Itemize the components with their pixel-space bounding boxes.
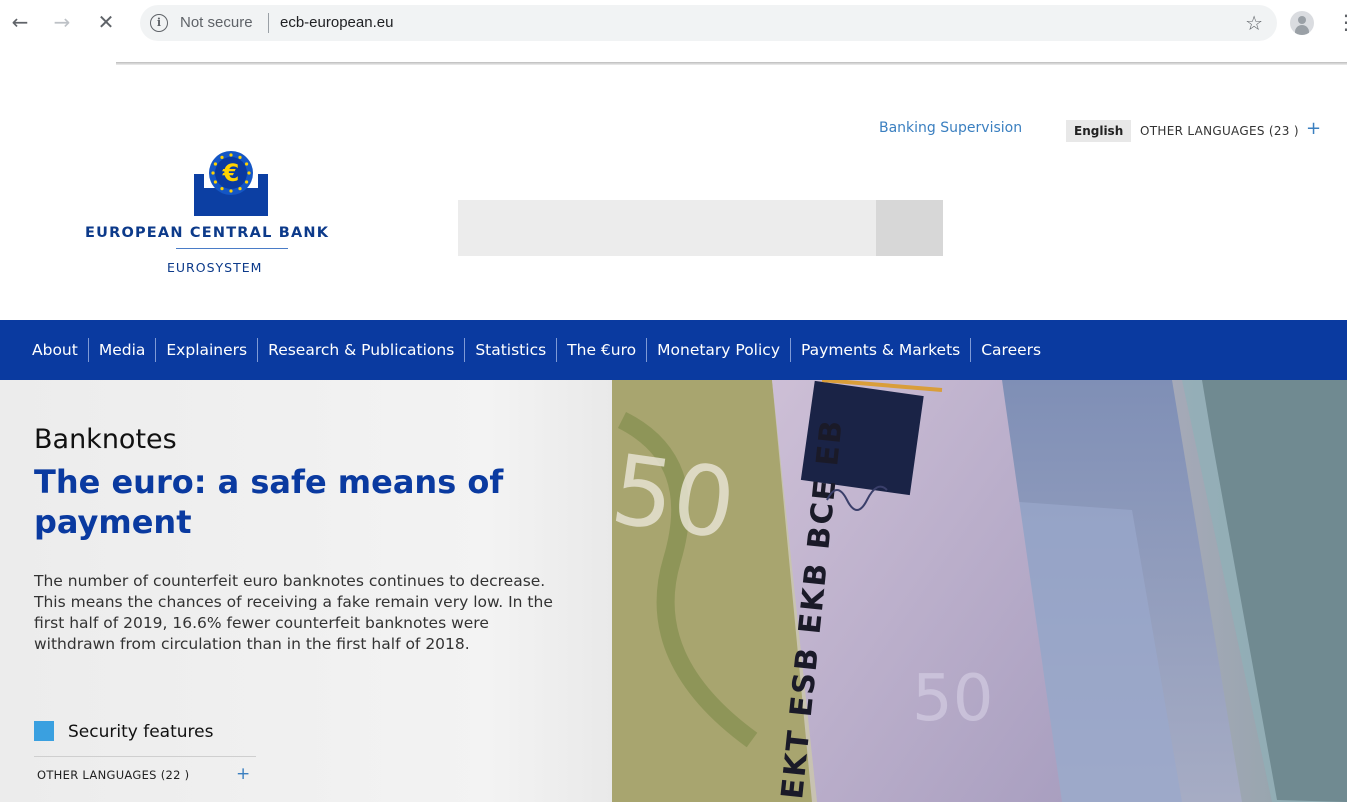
- url-text[interactable]: ecb-european.eu: [280, 14, 393, 31]
- nav-item-media[interactable]: Media: [89, 338, 156, 362]
- search-input[interactable]: [458, 200, 876, 256]
- hero-image[interactable]: EKT ESB EKB BCE EB 50 50: [612, 380, 1347, 802]
- nav-item-about[interactable]: About: [22, 338, 88, 362]
- language-english[interactable]: English: [1066, 120, 1132, 142]
- banknote-value-text-2: 50: [912, 662, 993, 736]
- euro-symbol: €: [222, 159, 240, 187]
- nav-item-careers[interactable]: Careers: [971, 338, 1051, 362]
- profile-icon[interactable]: [1290, 11, 1314, 35]
- back-icon[interactable]: ←: [8, 10, 32, 34]
- address-separator: [268, 13, 269, 33]
- plus-icon[interactable]: +: [1306, 118, 1321, 139]
- security-label: Not secure: [180, 14, 253, 31]
- logo-title[interactable]: EUROPEAN CENTRAL BANK: [85, 225, 329, 241]
- plus-icon[interactable]: +: [236, 764, 250, 784]
- nav-item-payments-markets[interactable]: Payments & Markets: [791, 338, 970, 362]
- other-languages-link[interactable]: OTHER LANGUAGES (23 ): [1140, 120, 1299, 142]
- banknote-value-text: 50: [612, 433, 742, 561]
- search-button[interactable]: [876, 200, 943, 256]
- menu-icon[interactable]: ⋮: [1336, 10, 1347, 34]
- article-category: Banknotes: [34, 424, 177, 455]
- banking-supervision-link[interactable]: Banking Supervision: [879, 120, 1022, 136]
- nav-item-statistics[interactable]: Statistics: [465, 338, 556, 362]
- main-nav: About Media Explainers Research & Public…: [0, 320, 1347, 380]
- info-icon[interactable]: i: [150, 14, 168, 32]
- square-bullet-icon: [34, 721, 54, 741]
- link-divider: [34, 756, 256, 757]
- star-icon[interactable]: ☆: [1245, 11, 1263, 35]
- nav-item-research-publications[interactable]: Research & Publications: [258, 338, 464, 362]
- browser-toolbar: ← → ✕ i Not secure ecb-european.eu ☆ ⋮: [0, 0, 1347, 52]
- nav-item-the-euro[interactable]: The €uro: [557, 338, 646, 362]
- security-features-link[interactable]: Security features: [68, 722, 213, 742]
- page-top-rule: [116, 62, 1347, 65]
- logo-subtitle[interactable]: EUROSYSTEM: [167, 260, 262, 275]
- forward-icon[interactable]: →: [50, 10, 74, 34]
- ecb-logo-icon[interactable]: €: [194, 146, 268, 216]
- article-other-languages-link[interactable]: OTHER LANGUAGES (22 ): [37, 768, 189, 782]
- close-icon[interactable]: ✕: [94, 10, 118, 34]
- article-headline[interactable]: The euro: a safe means of payment: [34, 462, 574, 542]
- logo-divider: [176, 248, 288, 249]
- address-bar[interactable]: i Not secure ecb-european.eu ☆: [140, 5, 1277, 41]
- nav-item-explainers[interactable]: Explainers: [156, 338, 257, 362]
- article-lead: The number of counterfeit euro banknotes…: [34, 572, 553, 653]
- nav-item-monetary-policy[interactable]: Monetary Policy: [647, 338, 790, 362]
